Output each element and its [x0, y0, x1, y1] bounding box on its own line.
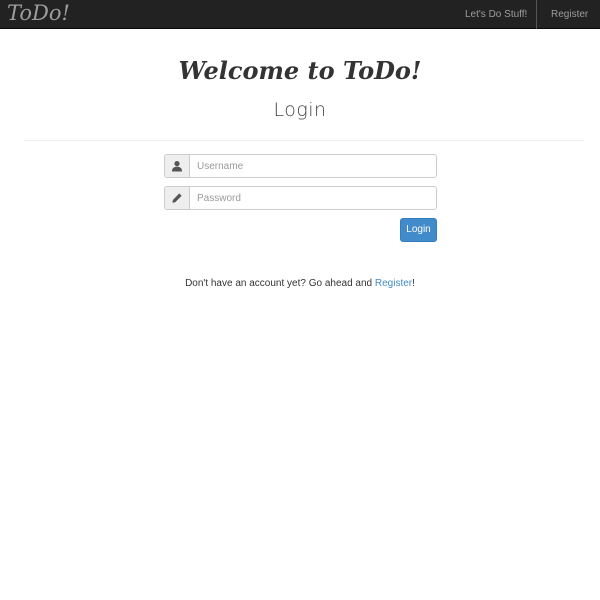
password-input-group	[164, 186, 437, 210]
divider	[24, 140, 584, 141]
nav-link-register[interactable]: Register	[551, 0, 588, 29]
password-input[interactable]	[190, 187, 436, 209]
nav-link-lets-do-stuff[interactable]: Let's Do Stuff!	[465, 0, 527, 29]
register-link[interactable]: Register	[375, 278, 412, 289]
username-input[interactable]	[190, 155, 436, 177]
brand-logo[interactable]: ToDo!	[7, 1, 70, 25]
page-title: Welcome to ToDo!	[0, 56, 600, 85]
register-prompt-suffix: !	[412, 278, 415, 289]
register-prompt-text: Don't have an account yet? Go ahead and	[185, 278, 375, 289]
login-button[interactable]: Login	[400, 218, 437, 242]
page-title-prefix: Welcome to	[178, 56, 343, 85]
page-title-brand: ToDo!	[343, 56, 422, 85]
navbar: ToDo! Let's Do Stuff! Register	[0, 0, 600, 29]
pencil-icon	[165, 187, 190, 209]
register-prompt: Don't have an account yet? Go ahead and …	[0, 278, 600, 289]
nav-divider	[536, 0, 537, 29]
username-input-group	[164, 154, 437, 178]
user-icon	[165, 155, 190, 177]
login-subtitle: Login	[273, 99, 327, 121]
